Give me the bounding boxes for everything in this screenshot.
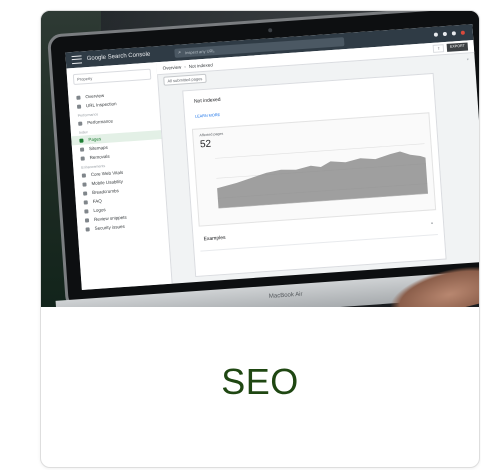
phone-icon (82, 181, 87, 187)
breadcrumb-icon (82, 190, 88, 196)
card-title[interactable]: SEO (221, 361, 299, 403)
pages-icon (79, 138, 84, 143)
search-placeholder: Inspect any URL (184, 47, 215, 55)
sitemap-icon (79, 146, 85, 152)
area-chart (214, 143, 429, 209)
star-icon (84, 217, 90, 223)
avatar (460, 30, 465, 35)
camera-icon (268, 28, 273, 33)
laptop-bezel: Google Search Console ⌕ Inspect any URL (46, 11, 479, 307)
help-icon (433, 32, 439, 37)
card-caption[interactable]: SEO (41, 307, 479, 467)
issue-panel: Not indexed LEARN MORE Affected pages 52 (182, 72, 447, 278)
learn-more-link: LEARN MORE (194, 112, 221, 119)
seo-card[interactable]: Google Search Console ⌕ Inspect any URL (40, 10, 480, 468)
product-name: Google Search Console (86, 51, 151, 63)
device-brand: MacBook Air (268, 291, 303, 300)
laptop: Google Search Console ⌕ Inspect any URL (46, 11, 479, 307)
chart-area (217, 151, 428, 209)
breadcrumb-item: Overview (162, 63, 182, 71)
search-icon: ⌕ (178, 49, 182, 56)
sidebar: Property Overview URL Inspection Perform… (66, 62, 173, 290)
topbar-actions (433, 30, 465, 37)
examples-title: Examples (203, 234, 226, 243)
panel-title: Not indexed (193, 96, 221, 105)
chart-icon (78, 121, 83, 126)
affected-pages-chart: Affected pages 52 (191, 112, 437, 227)
filter-icon: ≡ (430, 221, 434, 226)
laptop-photo: Google Search Console ⌕ Inspect any URL (41, 11, 479, 307)
logo-icon (84, 208, 89, 214)
search-icon (76, 104, 82, 109)
removal-icon (80, 155, 85, 161)
main-content: Overview › Not indexed ⇪ EXPORT All subm… (156, 40, 479, 284)
breadcrumb-item: Not indexed (188, 61, 213, 69)
notifications-icon (451, 31, 457, 36)
filter-chip: All submitted pages (163, 73, 207, 86)
share-button: ⇪ (432, 44, 445, 53)
faq-icon (83, 199, 88, 205)
laptop-screen: Google Search Console ⌕ Inspect any URL (65, 24, 479, 290)
chevron-down-icon: ▾ (466, 57, 469, 62)
gauge-icon (81, 172, 86, 178)
shield-icon (85, 226, 90, 232)
people-icon (442, 31, 448, 37)
home-icon (76, 95, 81, 100)
property-selector: Property (72, 68, 152, 86)
menu-icon (71, 54, 83, 65)
chevron-right-icon: › (184, 63, 186, 69)
export-button: EXPORT (446, 42, 469, 52)
